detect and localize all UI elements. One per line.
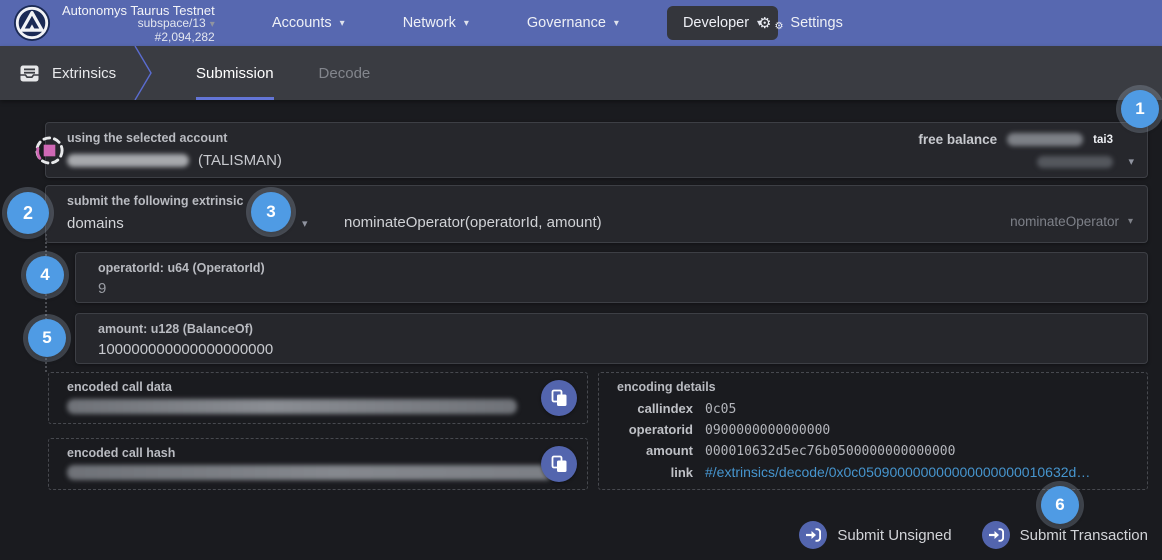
- encoding-details-title: encoding details: [617, 380, 716, 394]
- extrinsic-select-label: submit the following extrinsic: [67, 194, 243, 208]
- balance-unit: tai3: [1093, 134, 1113, 146]
- extrinsics-icon: [20, 65, 39, 82]
- submit-unsigned-button[interactable]: Submit Unsigned: [799, 521, 951, 549]
- encoded-call-hash-box: encoded call hash: [48, 438, 588, 490]
- callindex-label: callindex: [617, 401, 693, 416]
- chevron-down-icon: ▾: [340, 18, 345, 29]
- chevron-down-icon: ▾: [1128, 216, 1133, 227]
- nav-governance[interactable]: Governance▾: [517, 6, 629, 40]
- copy-icon: [551, 389, 568, 407]
- sign-in-arrow-icon: [799, 521, 827, 549]
- param-operatorid-row: operatorId: u64 (OperatorId) 9: [75, 252, 1148, 303]
- free-balance-label: free balance: [918, 132, 997, 147]
- chain-selector[interactable]: subspace/13▾: [138, 17, 215, 31]
- copy-call-hash-button[interactable]: [541, 446, 577, 482]
- tab-decode[interactable]: Decode: [319, 46, 371, 100]
- annotation-badge-2: 2: [7, 192, 49, 234]
- top-nav-bar: Autonomys Taurus Testnet subspace/13▾ #2…: [0, 0, 1162, 46]
- callindex-value: 0c05: [705, 402, 736, 417]
- copy-icon: [551, 455, 568, 473]
- tabs: Submission Decode: [196, 46, 370, 100]
- submit-unsigned-label: Submit Unsigned: [837, 527, 951, 544]
- amount-label: amount: [617, 443, 693, 458]
- annotation-badge-5: 5: [28, 319, 66, 357]
- extrinsic-select-row: submit the following extrinsic domains ▾…: [45, 185, 1148, 243]
- nav-settings[interactable]: ⚙⚙ Settings: [758, 0, 843, 46]
- copy-call-data-button[interactable]: [541, 380, 577, 416]
- encoded-call-hash-redacted: [67, 465, 553, 480]
- section-title: Extrinsics: [52, 65, 116, 82]
- annotation-badge-3: 3: [251, 192, 291, 232]
- param-amount-input[interactable]: 100000000000000000000: [98, 341, 273, 358]
- gear-icon: ⚙: [758, 16, 771, 31]
- extrinsics-page: Autonomys Taurus Testnet subspace/13▾ #2…: [0, 0, 1162, 560]
- call-signature: nominateOperator(operatorId, amount): [344, 214, 602, 231]
- chevron-down-icon: ▾: [210, 19, 215, 30]
- annotation-badge-1: 1: [1121, 90, 1159, 128]
- encoding-row-callindex: callindex 0c05: [617, 401, 736, 417]
- encoded-call-data-redacted: [67, 399, 517, 414]
- amount-value: 000010632d5ec76b0500000000000000: [705, 444, 955, 459]
- talisman-avatar: [34, 135, 65, 166]
- operatorid-label: operatorid: [617, 422, 693, 437]
- call-select[interactable]: nominateOperator▾: [1010, 214, 1133, 229]
- actions-row: Submit Unsigned Submit Transaction: [799, 521, 1148, 549]
- account-select-row[interactable]: using the selected account (TALISMAN) fr…: [45, 122, 1148, 178]
- decode-link[interactable]: #/extrinsics/decode/0x0c0509000000000000…: [705, 464, 1090, 480]
- tab-submission[interactable]: Submission: [196, 46, 274, 100]
- annotation-badge-4: 4: [26, 256, 64, 294]
- chevron-down-icon[interactable]: ▾: [1128, 155, 1134, 168]
- param-operatorid-label: operatorId: u64 (OperatorId): [98, 261, 265, 275]
- submit-transaction-button[interactable]: Submit Transaction: [982, 521, 1148, 549]
- breadcrumb-separator: [133, 46, 155, 100]
- account-name-redacted: [67, 154, 189, 167]
- autonomys-logo-icon[interactable]: [13, 4, 51, 42]
- section-tab-bar: Extrinsics Submission Decode: [0, 46, 1162, 100]
- param-operatorid-input[interactable]: 9: [98, 280, 106, 297]
- section-header: Extrinsics: [20, 46, 116, 100]
- free-balance: free balance tai3: [918, 132, 1113, 147]
- gear-icon: ⚙: [774, 22, 783, 32]
- encoding-row-link: link #/extrinsics/decode/0x0c05090000000…: [617, 464, 1090, 480]
- param-amount-label: amount: u128 (BalanceOf): [98, 322, 253, 336]
- annotation-badge-6: 6: [1041, 486, 1079, 524]
- main-nav: Accounts▾ Network▾ Governance▾ Developer…: [262, 0, 778, 46]
- encoding-row-amount: amount 000010632d5ec76b0500000000000000: [617, 443, 955, 459]
- encoded-call-data-label: encoded call data: [67, 380, 172, 394]
- encoded-call-data-box: encoded call data: [48, 372, 588, 424]
- balance-secondary: [1037, 156, 1113, 168]
- chevron-down-icon[interactable]: ▾: [302, 217, 308, 230]
- encoding-row-operatorid: operatorid 0900000000000000: [617, 422, 830, 438]
- account-select-label: using the selected account: [67, 131, 227, 145]
- operatorid-value: 0900000000000000: [705, 423, 830, 438]
- network-info: Autonomys Taurus Testnet subspace/13▾ #2…: [62, 4, 215, 44]
- balance-secondary-redacted: [1037, 156, 1113, 168]
- free-balance-value-redacted: [1007, 133, 1083, 146]
- chevron-down-icon: ▾: [614, 18, 619, 29]
- param-amount-row: amount: u128 (BalanceOf) 100000000000000…: [75, 313, 1148, 364]
- encoding-details-box: encoding details callindex 0c05 operator…: [598, 372, 1148, 490]
- nav-network[interactable]: Network▾: [393, 6, 479, 40]
- selected-account[interactable]: (TALISMAN): [67, 152, 282, 169]
- block-number-link[interactable]: #2,094,282: [155, 31, 215, 44]
- submit-transaction-label: Submit Transaction: [1020, 527, 1148, 544]
- chevron-down-icon: ▾: [464, 18, 469, 29]
- sign-in-arrow-icon: [982, 521, 1010, 549]
- pallet-select[interactable]: domains: [67, 215, 124, 232]
- encoded-call-hash-label: encoded call hash: [67, 446, 175, 460]
- account-name-suffix: (TALISMAN): [198, 152, 282, 169]
- nav-accounts[interactable]: Accounts▾: [262, 6, 355, 40]
- link-label: link: [617, 465, 693, 480]
